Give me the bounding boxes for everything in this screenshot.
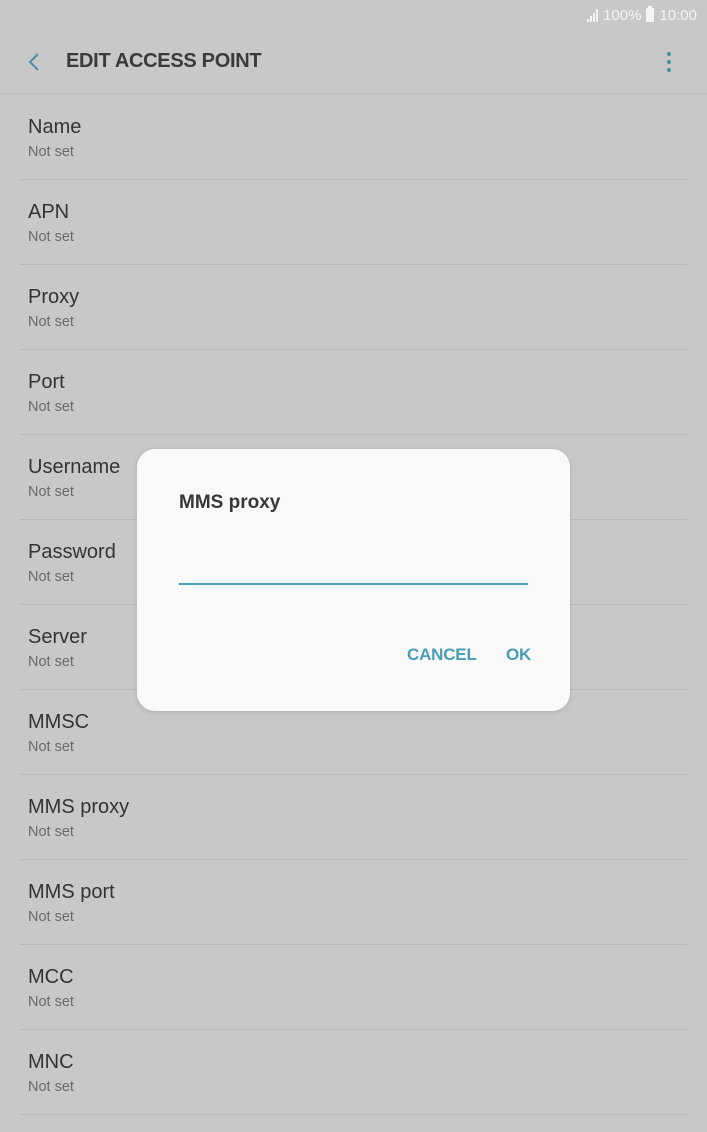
setting-label: Username — [28, 456, 121, 478]
setting-label: Password — [28, 541, 116, 563]
setting-value: Not set — [28, 909, 74, 925]
setting-value: Not set — [28, 824, 74, 840]
setting-value: Not set — [28, 229, 74, 245]
setting-item-name[interactable]: Name Not set — [20, 95, 687, 180]
setting-label: APN — [28, 201, 70, 223]
setting-item-apn[interactable]: APN Not set — [20, 180, 687, 265]
setting-value: Not set — [28, 739, 74, 755]
setting-item-mnc[interactable]: MNC Not set — [20, 1030, 687, 1115]
setting-label: Port — [28, 371, 65, 393]
battery-icon — [646, 6, 655, 22]
setting-label: MCC — [28, 966, 74, 988]
setting-label: MNC — [28, 1051, 74, 1073]
chevron-left-icon[interactable] — [22, 47, 46, 77]
setting-item-proxy[interactable]: Proxy Not set — [20, 265, 687, 350]
mms-proxy-dialog: MMS proxy CANCEL OK — [137, 449, 570, 711]
setting-label: Proxy — [28, 286, 80, 308]
status-bar: 100% 10:00 — [0, 0, 707, 30]
setting-item-mcc[interactable]: MCC Not set — [20, 945, 687, 1030]
mms-proxy-input[interactable] — [179, 549, 528, 585]
more-vert-icon[interactable] — [661, 50, 677, 74]
setting-item-mms-proxy[interactable]: MMS proxy Not set — [20, 775, 687, 860]
setting-item-port[interactable]: Port Not set — [20, 350, 687, 435]
page-title: EDIT ACCESS POINT — [66, 50, 262, 72]
setting-label: Server — [28, 626, 87, 648]
clock: 10:00 — [659, 6, 697, 24]
setting-label: MMS port — [28, 881, 115, 903]
dialog-title: MMS proxy — [179, 492, 281, 513]
setting-value: Not set — [28, 1079, 74, 1095]
setting-value: Not set — [28, 484, 74, 500]
app-bar: EDIT ACCESS POINT — [0, 30, 707, 94]
setting-value: Not set — [28, 399, 74, 415]
setting-label: MMS proxy — [28, 796, 130, 818]
setting-value: Not set — [28, 314, 74, 330]
signal-icon — [587, 8, 599, 22]
ok-button[interactable]: OK — [506, 645, 531, 665]
battery-percent: 100% — [603, 6, 642, 24]
cancel-button[interactable]: CANCEL — [407, 645, 477, 665]
setting-item-mms-port[interactable]: MMS port Not set — [20, 860, 687, 945]
setting-value: Not set — [28, 569, 74, 585]
setting-label: MMSC — [28, 711, 90, 733]
setting-label: Name — [28, 116, 82, 138]
setting-value: Not set — [28, 654, 74, 670]
setting-value: Not set — [28, 144, 74, 160]
setting-value: Not set — [28, 994, 74, 1010]
